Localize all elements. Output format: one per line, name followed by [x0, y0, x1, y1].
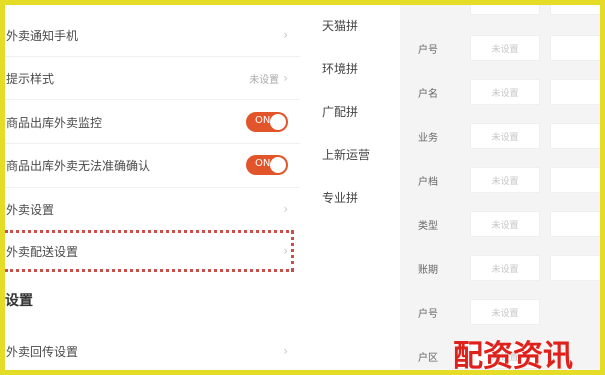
toggle-text: ON — [255, 158, 271, 169]
grid-row: 户号 未设置 — [400, 297, 600, 327]
platform-item[interactable]: 上新运营 — [322, 146, 370, 163]
divider — [5, 99, 300, 100]
grid-cell[interactable]: 未设置 — [470, 255, 540, 281]
setting-row-prompt-style[interactable]: 提示样式 未设置 › — [5, 58, 300, 98]
grid-row: 户名 未设置 — [400, 77, 600, 107]
grid-label: 户号 — [418, 309, 438, 320]
grid-cell[interactable] — [550, 167, 600, 193]
setting-row-delivery-settings[interactable]: 外卖设置 › — [5, 189, 300, 229]
grid-cell[interactable]: 未设置 — [470, 79, 540, 105]
grid-cell[interactable]: 未设置 — [470, 123, 540, 149]
chevron-right-icon: › — [283, 28, 288, 42]
setting-label: 商品出库外卖无法准确确认 — [6, 158, 151, 173]
grid-cell[interactable] — [550, 5, 600, 15]
toggle-knob — [270, 157, 286, 173]
grid-cell[interactable] — [550, 123, 600, 149]
settings-grid: 户号 未设置 户名 未设置 业务 未设置 户档 未设置 类型 未设置 账期 未设… — [400, 5, 600, 370]
platform-item[interactable]: 广配拼 — [322, 103, 358, 120]
grid-cell[interactable]: 未设置 — [470, 211, 540, 237]
grid-row: 类型 未设置 — [400, 209, 600, 239]
app-window: 外卖通知手机 › 提示样式 未设置 › 商品出库外卖监控 ON 商品出库外卖无法… — [5, 5, 600, 370]
grid-cell[interactable] — [550, 255, 600, 281]
grid-cell[interactable] — [550, 79, 600, 105]
monitor-toggle[interactable]: ON — [246, 112, 288, 132]
setting-label: 外卖设置 — [6, 202, 55, 217]
setting-row-dispatch-settings[interactable]: 外卖配送设置 › — [5, 231, 300, 271]
setting-label: 外卖回传设置 — [6, 344, 79, 359]
platform-item[interactable]: 环境拼 — [322, 60, 358, 77]
grid-label: 账期 — [418, 265, 438, 276]
platform-item[interactable]: 天猫拼 — [322, 17, 358, 34]
confirm-toggle[interactable]: ON — [246, 155, 288, 175]
grid-label: 类型 — [418, 221, 438, 232]
divider — [5, 56, 300, 57]
setting-right: › — [283, 203, 288, 215]
setting-row-notify-phone[interactable]: 外卖通知手机 › — [5, 15, 300, 55]
grid-cell[interactable]: 未设置 — [470, 167, 540, 193]
setting-row-confirm: 商品出库外卖无法准确确认 ON — [5, 145, 300, 185]
divider — [5, 143, 300, 144]
setting-value: 未设置 — [249, 74, 280, 86]
toggle-knob — [270, 114, 286, 130]
grid-cell[interactable] — [550, 211, 600, 237]
grid-label: 户名 — [418, 89, 438, 100]
platform-list: 天猫拼 环境拼 广配拼 上新运营 专业拼 — [310, 5, 400, 370]
grid-cell[interactable]: 未设置 — [470, 299, 540, 325]
setting-right: › — [283, 29, 288, 41]
divider — [5, 187, 300, 188]
grid-label: 户档 — [418, 177, 438, 188]
grid-label: 业务 — [418, 133, 438, 144]
setting-row-callback-settings[interactable]: 外卖回传设置 › — [5, 331, 300, 370]
grid-row: 户号 未设置 — [400, 33, 600, 63]
setting-right: 未设置 › — [249, 71, 288, 86]
grid-row: 户档 未设置 — [400, 165, 600, 195]
grid-row — [400, 5, 600, 17]
setting-right: › — [283, 345, 288, 357]
grid-cell[interactable]: 未设置 — [470, 35, 540, 61]
grid-label: 户号 — [418, 45, 438, 56]
grid-row: 账期 未设置 — [400, 253, 600, 283]
setting-label: 提示样式 — [6, 71, 55, 86]
chevron-right-icon: › — [283, 344, 288, 358]
toggle-text: ON — [255, 115, 271, 126]
chevron-right-icon: › — [283, 244, 288, 258]
grid-row: 业务 未设置 — [400, 121, 600, 151]
grid-cell[interactable] — [470, 5, 540, 15]
setting-row-monitor: 商品出库外卖监控 ON — [5, 102, 300, 142]
grid-label: 户区 — [418, 353, 438, 364]
setting-label: 外卖通知手机 — [6, 28, 79, 43]
section-title: 设置 — [5, 293, 33, 309]
setting-label: 外卖配送设置 — [6, 244, 79, 259]
chevron-right-icon: › — [283, 202, 288, 216]
settings-panel: 外卖通知手机 › 提示样式 未设置 › 商品出库外卖监控 ON 商品出库外卖无法… — [5, 5, 310, 370]
watermark-text: 配资资讯 — [453, 339, 573, 370]
chevron-right-icon: › — [283, 71, 288, 85]
grid-cell[interactable] — [550, 35, 600, 61]
platform-item[interactable]: 专业拼 — [322, 189, 358, 206]
setting-right: › — [283, 245, 288, 257]
setting-label: 商品出库外卖监控 — [6, 115, 103, 130]
